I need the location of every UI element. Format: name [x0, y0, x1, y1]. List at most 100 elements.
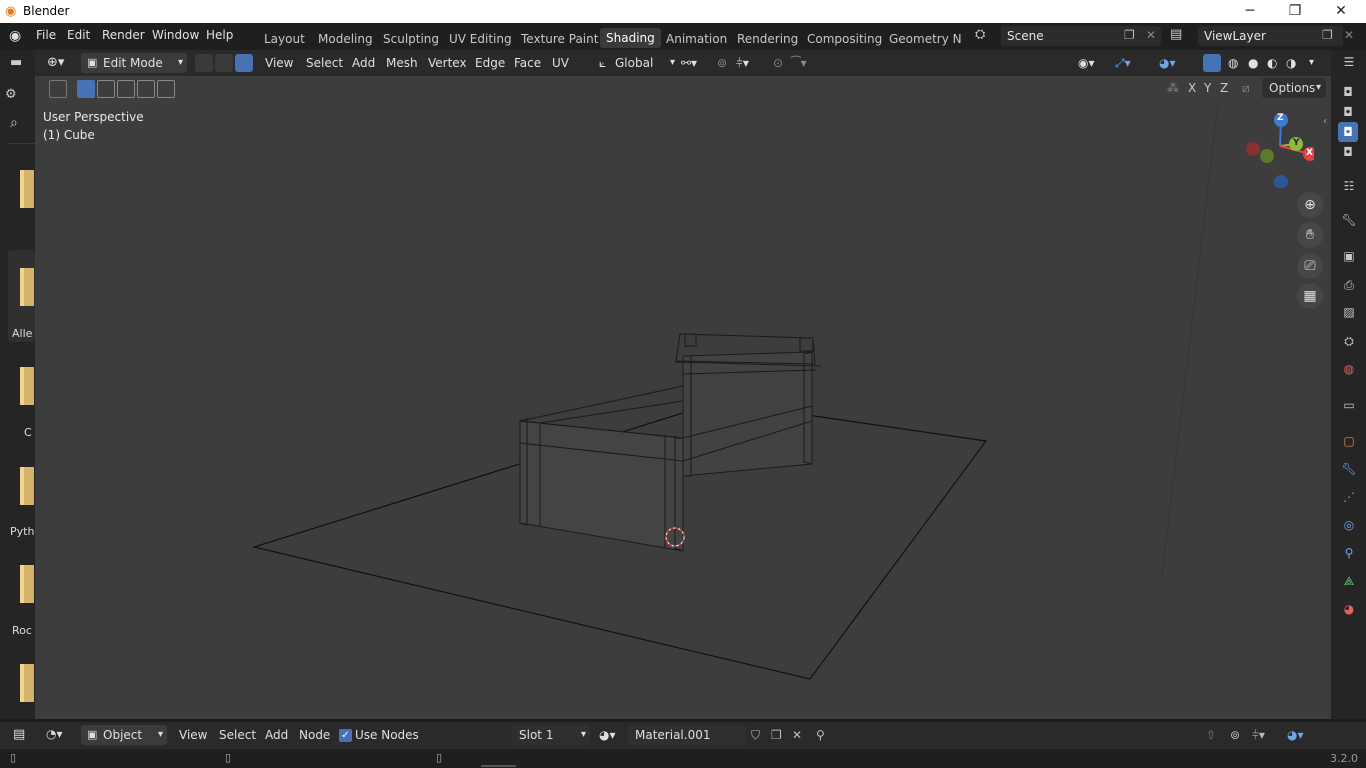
new-view-layer-icon[interactable]: ❐	[1322, 28, 1333, 42]
editor-type-icon[interactable]: ▤	[13, 727, 25, 742]
menu-face[interactable]: Face	[514, 53, 541, 73]
close-icon[interactable]: ✕	[1332, 2, 1350, 20]
tab-sculpting[interactable]: Sculpting	[383, 32, 439, 46]
tab-uv-editing[interactable]: UV Editing	[449, 32, 512, 46]
collection-icon[interactable]: ▭	[1339, 395, 1359, 415]
snap-target-icon[interactable]: ⫩▾	[1252, 725, 1265, 745]
folder-thumbnail[interactable]	[20, 367, 34, 405]
minimize-icon[interactable]: ─	[1241, 2, 1259, 20]
snap-icon[interactable]: ⊚	[717, 53, 727, 73]
sidebar-toggle-icon[interactable]: ‹	[1323, 116, 1327, 127]
menu-add[interactable]: Add	[352, 53, 375, 73]
menu-uv[interactable]: UV	[552, 53, 569, 73]
shader-type-icon[interactable]: ◔▾	[46, 727, 63, 741]
folder-thumbnail[interactable]	[20, 664, 34, 702]
tab-shading[interactable]: Shading	[600, 28, 661, 48]
tweak-tool-icon[interactable]	[49, 80, 67, 98]
snap-icon[interactable]: ⊚	[1230, 725, 1240, 745]
editor-type-icon[interactable]: ⊕▾	[47, 53, 64, 73]
output-icon[interactable]: ⎙	[1339, 275, 1359, 295]
material-browse-icon[interactable]: ◕▾	[599, 725, 616, 745]
proportional-edit-icon[interactable]: ⊙	[773, 53, 783, 73]
wireframe-shading-icon[interactable]: ◍	[1228, 53, 1238, 73]
menu-help[interactable]: Help	[206, 28, 233, 42]
menu-render[interactable]: Render	[102, 28, 145, 42]
mirror-y-toggle[interactable]: Y	[1204, 81, 1211, 95]
scene-icon[interactable]: ⛭	[975, 27, 985, 42]
scene-field[interactable]: Scene	[1001, 26, 1161, 46]
visibility-icon[interactable]: ◉▾	[1078, 53, 1095, 73]
select-box-new-icon[interactable]	[77, 80, 95, 98]
select-intersect-icon[interactable]	[157, 80, 175, 98]
menu-node[interactable]: Node	[299, 725, 330, 745]
unlink-material-icon[interactable]: ✕	[792, 725, 802, 745]
menu-select[interactable]: Select	[306, 53, 343, 73]
zoom-icon[interactable]: ⊕	[1297, 192, 1323, 218]
menu-select[interactable]: Select	[219, 725, 256, 745]
camera-view-icon[interactable]: ⎚	[1297, 253, 1323, 279]
folder-icon[interactable]: ▬	[10, 55, 22, 70]
new-material-icon[interactable]: ❐	[771, 725, 782, 745]
menu-view[interactable]: View	[179, 725, 207, 745]
material-icon[interactable]: ◕	[1339, 599, 1359, 619]
menu-edge[interactable]: Edge	[475, 53, 505, 73]
menu-file[interactable]: File	[36, 28, 56, 42]
menu-view[interactable]: View	[265, 53, 293, 73]
blender-settings-icon[interactable]: ⚙	[5, 87, 17, 102]
falloff-icon[interactable]: ⁀▾	[791, 53, 807, 73]
outliner-icon[interactable]: ☰	[1339, 52, 1359, 72]
camera-icon[interactable]: ◘	[1338, 82, 1358, 102]
select-difference-icon[interactable]	[137, 80, 155, 98]
search-icon[interactable]: ⌕	[10, 115, 18, 131]
folder-thumbnail[interactable]	[20, 268, 34, 306]
ortho-toggle-icon[interactable]: ▦	[1297, 283, 1323, 309]
blender-menu-icon[interactable]: ◉	[9, 28, 21, 44]
render-icon[interactable]: ▣	[1339, 246, 1359, 266]
tab-texture-paint[interactable]: Texture Paint	[521, 32, 598, 46]
select-subtract-icon[interactable]	[117, 80, 135, 98]
tab-geometry-nodes[interactable]: Geometry Noc	[889, 32, 961, 46]
maximize-icon[interactable]: ❐	[1286, 2, 1304, 20]
data-icon[interactable]: ⟁	[1339, 571, 1359, 591]
object-type-dropdown[interactable]: ▣ Object ▾	[81, 725, 167, 745]
menu-add[interactable]: Add	[265, 725, 288, 745]
tab-animation[interactable]: Animation	[666, 32, 727, 46]
xray-icon[interactable]	[1203, 54, 1221, 72]
overlays-icon[interactable]: ◕▾	[1159, 53, 1176, 73]
physics-icon[interactable]: ◎	[1339, 515, 1359, 535]
object-icon[interactable]: ▢	[1339, 431, 1359, 451]
menu-window[interactable]: Window	[152, 28, 199, 42]
folder-thumbnail[interactable]	[20, 170, 34, 208]
folder-thumbnail[interactable]	[20, 467, 34, 505]
mirror-x-toggle[interactable]: X	[1188, 81, 1196, 95]
camera-icon[interactable]: ◘	[1338, 122, 1358, 142]
particles-icon[interactable]: ⋰	[1339, 487, 1359, 507]
tab-layout[interactable]: Layout	[264, 32, 305, 46]
scene-icon[interactable]: ⛭	[1339, 331, 1359, 351]
properties-editor-icon[interactable]: ☷	[1339, 176, 1359, 196]
use-nodes-checkbox[interactable]: ✓	[339, 729, 352, 742]
folder-thumbnail[interactable]	[20, 565, 34, 603]
new-scene-icon[interactable]: ❐	[1124, 28, 1135, 42]
pan-hand-icon[interactable]: ✋︎	[1297, 222, 1323, 248]
tool-icon[interactable]: 🔧︎	[1339, 210, 1359, 230]
menu-edit[interactable]: Edit	[67, 28, 90, 42]
delete-view-layer-icon[interactable]: ✕	[1344, 28, 1354, 42]
menu-vertex[interactable]: Vertex	[428, 53, 467, 73]
options-dropdown[interactable]: Options ▾	[1262, 78, 1326, 98]
3d-viewport[interactable]: User Perspective (1) Cube ⁂ X Y Z ⧄ Opti…	[35, 76, 1331, 719]
material-shading-icon[interactable]: ◐	[1267, 53, 1277, 73]
orientation-dropdown[interactable]: ⟀ Global ▾	[597, 53, 675, 73]
face-select-icon[interactable]	[235, 54, 253, 72]
tab-compositing[interactable]: Compositing	[807, 32, 882, 46]
snap-target-icon[interactable]: ⫩▾	[736, 53, 749, 73]
vertex-select-icon[interactable]	[195, 54, 213, 72]
view-layer-icon[interactable]: ▤	[1170, 27, 1182, 42]
shading-options-icon[interactable]: ▾	[1309, 53, 1314, 73]
delete-scene-icon[interactable]: ✕	[1146, 28, 1156, 42]
world-icon[interactable]: ◍	[1339, 359, 1359, 379]
mirror-z-toggle[interactable]: Z	[1220, 81, 1228, 95]
solid-shading-icon[interactable]: ●	[1248, 53, 1258, 73]
parent-node-tree-icon[interactable]: ⇧	[1206, 725, 1216, 745]
fake-user-icon[interactable]: ⛉	[751, 725, 760, 745]
